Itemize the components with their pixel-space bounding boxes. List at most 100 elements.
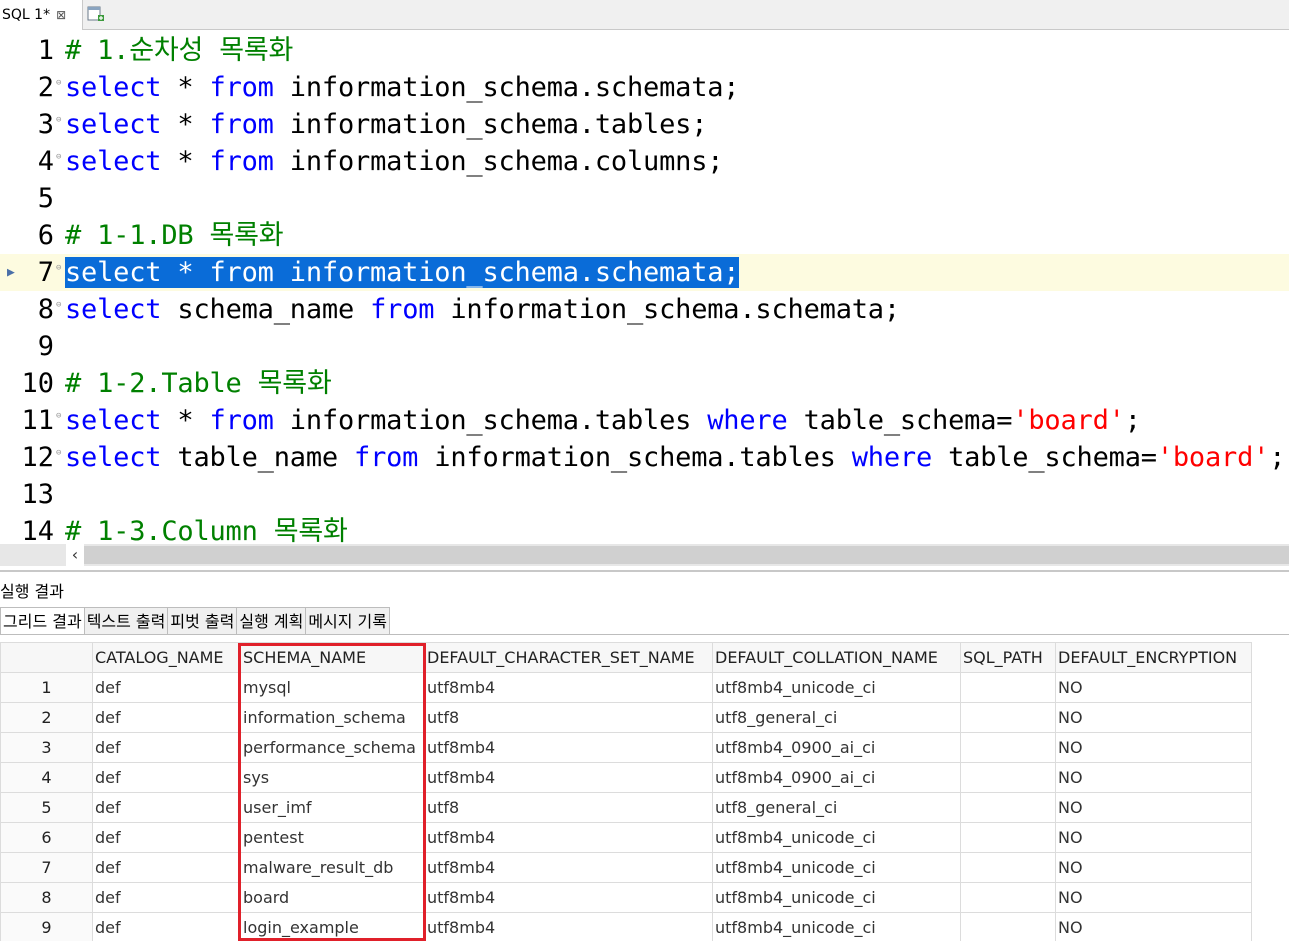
editor-line[interactable]: 6 # 1-1.DB 목록화 bbox=[0, 217, 1289, 254]
grid-cell[interactable]: def bbox=[92, 792, 241, 823]
table-row[interactable]: 5 def user_imf utf8 utf8_general_ci NO bbox=[0, 792, 1252, 823]
row-number[interactable]: 2 bbox=[0, 702, 93, 733]
grid-cell[interactable]: utf8 bbox=[424, 792, 713, 823]
editor-line[interactable]: 4 ⊖ select * from information_schema.colum… bbox=[0, 143, 1289, 180]
grid-cell[interactable]: utf8mb4_unicode_ci bbox=[712, 912, 961, 941]
grid-cell[interactable]: def bbox=[92, 672, 241, 703]
grid-cell[interactable] bbox=[960, 882, 1056, 913]
grid-cell[interactable]: NO bbox=[1055, 882, 1252, 913]
row-number[interactable]: 8 bbox=[0, 882, 93, 913]
row-number[interactable]: 1 bbox=[0, 672, 93, 703]
grid-cell[interactable]: utf8mb4_0900_ai_ci bbox=[712, 732, 961, 763]
grid-cell[interactable]: NO bbox=[1055, 762, 1252, 793]
tab-sql-1[interactable]: SQL 1* ⊠ bbox=[0, 0, 83, 30]
grid-cell[interactable]: utf8_general_ci bbox=[712, 792, 961, 823]
grid-cell[interactable]: def bbox=[92, 882, 241, 913]
editor-line[interactable]: 13 bbox=[0, 476, 1289, 513]
grid-cell[interactable]: utf8mb4 bbox=[424, 882, 713, 913]
column-header[interactable]: SCHEMA_NAME bbox=[240, 642, 425, 673]
editor-line[interactable]: 11 ⊖ select * from information_schema.tabl… bbox=[0, 402, 1289, 439]
grid-cell[interactable]: sys bbox=[240, 762, 425, 793]
grid-cell[interactable] bbox=[960, 672, 1056, 703]
editor-line[interactable]: ▶ 7 ⊖ select * from information_schema.sche… bbox=[0, 254, 1289, 291]
grid-cell[interactable]: def bbox=[92, 702, 241, 733]
grid-cell[interactable]: utf8mb4_unicode_ci bbox=[712, 882, 961, 913]
grid-cell[interactable]: performance_schema bbox=[240, 732, 425, 763]
grid-cell[interactable]: def bbox=[92, 762, 241, 793]
grid-cell[interactable]: utf8mb4 bbox=[424, 672, 713, 703]
grid-cell[interactable]: board bbox=[240, 882, 425, 913]
grid-cell[interactable]: utf8mb4_unicode_ci bbox=[712, 822, 961, 853]
table-row[interactable]: 3 def performance_schema utf8mb4 utf8mb4_090… bbox=[0, 732, 1252, 763]
row-number[interactable]: 4 bbox=[0, 762, 93, 793]
grid-cell[interactable] bbox=[960, 762, 1056, 793]
grid-cell[interactable]: def bbox=[92, 912, 241, 941]
grid-cell[interactable]: login_example bbox=[240, 912, 425, 941]
editor-line[interactable]: 10 # 1-2.Table 목록화 bbox=[0, 365, 1289, 402]
grid-cell[interactable]: malware_result_db bbox=[240, 852, 425, 883]
row-number[interactable]: 6 bbox=[0, 822, 93, 853]
editor-line[interactable]: 2 ⊖ select * from information_schema.schem… bbox=[0, 69, 1289, 106]
tab-grid-result[interactable]: 그리드 결과 bbox=[0, 607, 85, 635]
grid-cell[interactable]: NO bbox=[1055, 732, 1252, 763]
table-row[interactable]: 6 def pentest utf8mb4 utf8mb4_unicode_ci NO bbox=[0, 822, 1252, 853]
fold-icon[interactable]: ⊖ bbox=[56, 439, 61, 467]
grid-cell[interactable]: def bbox=[92, 732, 241, 763]
grid-cell[interactable]: utf8mb4 bbox=[424, 732, 713, 763]
table-row[interactable]: 2 def information_schema utf8 utf8_general_c… bbox=[0, 702, 1252, 733]
fold-icon[interactable]: ⊖ bbox=[56, 291, 61, 319]
grid-cell[interactable]: NO bbox=[1055, 672, 1252, 703]
grid-cell[interactable]: pentest bbox=[240, 822, 425, 853]
grid-cell[interactable]: information_schema bbox=[240, 702, 425, 733]
new-query-tab-icon[interactable] bbox=[87, 6, 105, 22]
grid-cell[interactable]: user_imf bbox=[240, 792, 425, 823]
fold-icon[interactable]: ⊖ bbox=[56, 106, 61, 134]
grid-cell[interactable] bbox=[960, 732, 1056, 763]
grid-cell[interactable]: def bbox=[92, 852, 241, 883]
editor-line[interactable]: 9 bbox=[0, 328, 1289, 365]
grid-cell[interactable]: utf8mb4_0900_ai_ci bbox=[712, 762, 961, 793]
grid-cell[interactable]: def bbox=[92, 822, 241, 853]
editor-horizontal-scrollbar[interactable]: ‹ bbox=[0, 544, 1289, 566]
grid-cell[interactable]: NO bbox=[1055, 792, 1252, 823]
grid-cell[interactable]: NO bbox=[1055, 702, 1252, 733]
editor-line[interactable]: 5 bbox=[0, 180, 1289, 217]
editor-line[interactable]: 3 ⊖ select * from information_schema.table… bbox=[0, 106, 1289, 143]
grid-cell[interactable]: NO bbox=[1055, 852, 1252, 883]
grid-cell[interactable]: utf8mb4 bbox=[424, 822, 713, 853]
grid-cell[interactable]: utf8mb4_unicode_ci bbox=[712, 672, 961, 703]
sql-editor[interactable]: 1 # 1.순차성 목록화 2 ⊖ select * from information_… bbox=[0, 31, 1289, 544]
scroll-left-icon[interactable]: ‹ bbox=[66, 544, 84, 566]
grid-cell[interactable]: utf8 bbox=[424, 702, 713, 733]
editor-line[interactable]: 1 # 1.순차성 목록화 bbox=[0, 32, 1289, 69]
row-number[interactable]: 9 bbox=[0, 912, 93, 941]
panel-divider[interactable] bbox=[0, 570, 1289, 572]
grid-cell[interactable]: NO bbox=[1055, 912, 1252, 941]
grid-cell[interactable]: mysql bbox=[240, 672, 425, 703]
row-number[interactable]: 7 bbox=[0, 852, 93, 883]
grid-cell[interactable] bbox=[960, 822, 1056, 853]
tab-text-output[interactable]: 텍스트 출력 bbox=[84, 607, 169, 635]
column-header[interactable]: DEFAULT_COLLATION_NAME bbox=[712, 642, 961, 673]
grid-cell[interactable]: utf8mb4 bbox=[424, 762, 713, 793]
tab-execution-plan[interactable]: 실행 계획 bbox=[237, 607, 307, 635]
grid-cell[interactable] bbox=[960, 912, 1056, 941]
editor-line[interactable]: 14 # 1-3.Column 목록화 bbox=[0, 513, 1289, 544]
grid-cell[interactable]: utf8mb4 bbox=[424, 912, 713, 941]
fold-icon[interactable]: ⊖ bbox=[56, 143, 61, 171]
grid-cell[interactable]: utf8mb4 bbox=[424, 852, 713, 883]
table-row[interactable]: 9 def login_example utf8mb4 utf8mb4_unicode_… bbox=[0, 912, 1252, 941]
row-number[interactable]: 3 bbox=[0, 732, 93, 763]
editor-line[interactable]: 8 ⊖ select schema_name from information_sc… bbox=[0, 291, 1289, 328]
tab-message-log[interactable]: 메시지 기록 bbox=[306, 607, 390, 635]
grid-cell[interactable]: NO bbox=[1055, 822, 1252, 853]
table-row[interactable]: 8 def board utf8mb4 utf8mb4_unicode_ci NO bbox=[0, 882, 1252, 913]
column-header[interactable]: DEFAULT_CHARACTER_SET_NAME bbox=[424, 642, 713, 673]
table-row[interactable]: 7 def malware_result_db utf8mb4 utf8mb4_unic… bbox=[0, 852, 1252, 883]
grid-cell[interactable] bbox=[960, 852, 1056, 883]
editor-line[interactable]: 12 ⊖ select table_name from information_sc… bbox=[0, 439, 1289, 476]
column-header[interactable]: CATALOG_NAME bbox=[92, 642, 241, 673]
grid-cell[interactable]: utf8_general_ci bbox=[712, 702, 961, 733]
grid-cell[interactable] bbox=[960, 792, 1056, 823]
column-header[interactable]: SQL_PATH bbox=[960, 642, 1056, 673]
